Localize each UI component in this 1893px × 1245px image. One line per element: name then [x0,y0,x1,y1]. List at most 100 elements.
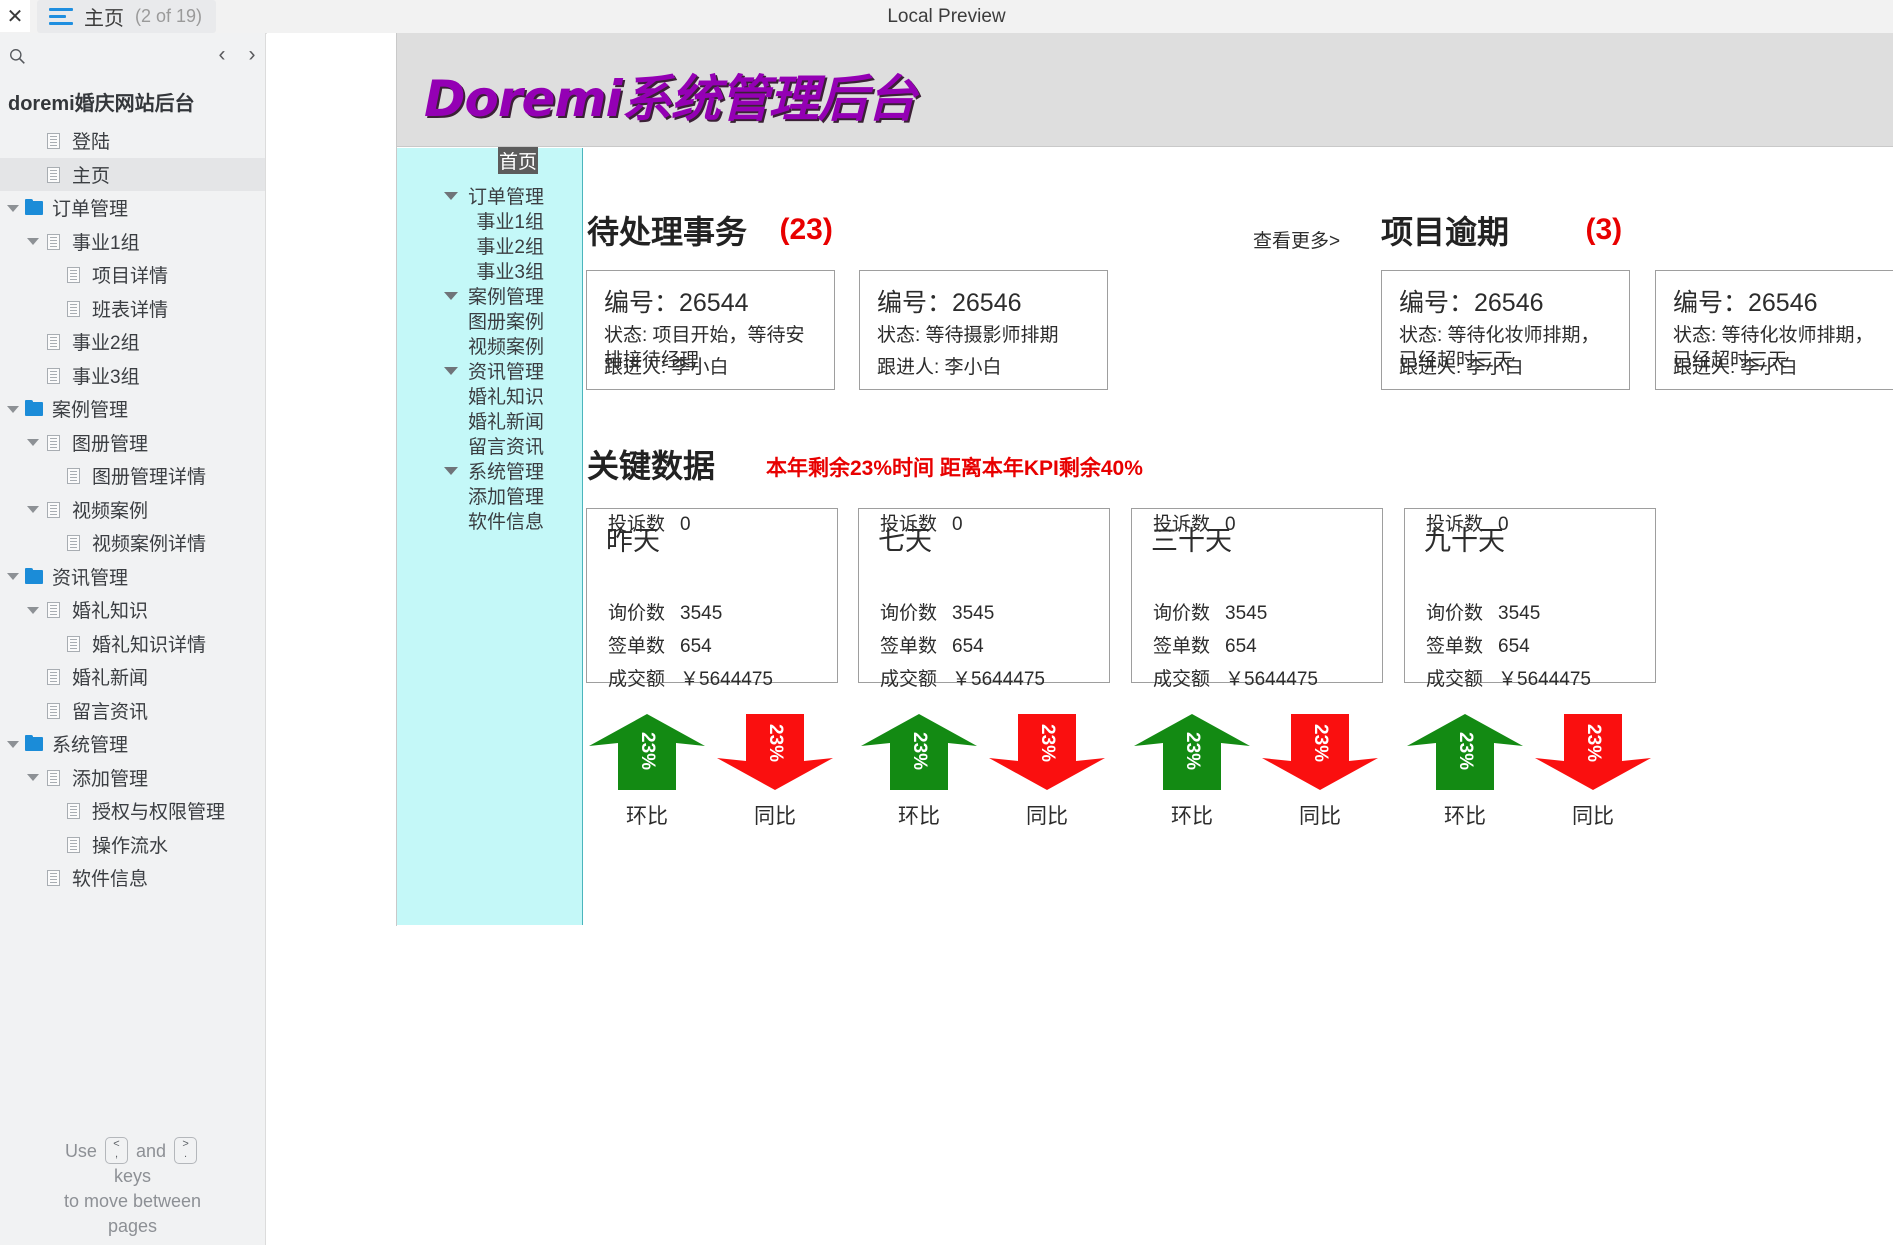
key-data-value: 3545 [680,603,723,624]
sidebar-item-22[interactable]: 软件信息 [0,861,265,895]
app-nav-item-0[interactable]: 首页 [397,147,582,174]
chevron-down-icon[interactable] [26,234,40,248]
sidebar-item-18[interactable]: 系统管理 [0,727,265,761]
sidebar-item-21[interactable]: 操作流水 [0,828,265,862]
overdue-card[interactable]: 编号：26546 状态: 等待化妆师排期，已经超时三天 跟进人: 李小白 [1381,270,1630,390]
key-data-card[interactable]: 九十天 询价数 3545 签单数 654 成交额 ￥5644475 投诉数 0 [1404,508,1656,690]
key-data-value: ￥5644475 [952,669,1045,690]
trend-down-label: 同比 [1026,805,1068,828]
key-prev-icon: < , [104,1137,128,1164]
sidebar: ‹ › doremi婚庆网站后台 登陆 主页 订单管理 事业1组 项目详情 班表详情 事业2… [0,33,266,1245]
trend-down-label: 同比 [754,805,796,828]
app-nav-item-6[interactable]: 图册案例 [397,308,582,333]
app-nav-item-8[interactable]: 资讯管理 [397,358,582,383]
card-id: 编号：26546 [1673,289,1818,317]
card-follower: 跟进人: 李小白 [877,357,1002,378]
key-data-value: ￥5644475 [1225,669,1318,690]
todo-card[interactable]: 编号：26546 状态: 等待摄影师排期 跟进人: 李小白 [859,270,1108,390]
sidebar-item-17[interactable]: 留言资讯 [0,694,265,728]
sidebar-item-1[interactable]: 主页 [0,157,265,191]
search-icon[interactable] [4,43,30,69]
sidebar-item-9[interactable]: 图册管理 [0,426,265,460]
chevron-down-icon[interactable] [443,191,458,200]
sidebar-item-5[interactable]: 班表详情 [0,292,265,326]
trend-group: 23% 环比 23% 同比 [586,708,838,838]
page-tab[interactable]: 主页 (2 of 19) [37,0,217,33]
sidebar-item-15[interactable]: 婚礼知识详情 [0,627,265,661]
chevron-down-icon[interactable] [26,502,40,516]
key-data-row-signed: 签单数 654 [1153,631,1257,658]
sidebar-item-14[interactable]: 婚礼知识 [0,593,265,627]
chevron-down-icon[interactable] [443,291,458,300]
sidebar-item-13[interactable]: 资讯管理 [0,560,265,594]
next-page-button[interactable]: › [238,39,266,71]
key-data-row-signed: 签单数 654 [608,631,712,658]
chevron-down-icon[interactable] [443,466,458,475]
sidebar-item-2[interactable]: 订单管理 [0,191,265,225]
app-nav-item-3[interactable]: 事业2组 [397,233,582,258]
app-nav-item-9[interactable]: 婚礼知识 [397,383,582,408]
key-data-header: 关键数据 [587,441,715,487]
chevron-down-icon[interactable] [6,402,20,416]
trend-group: 23% 环比 23% 同比 [858,708,1110,838]
trend-group: 23% 环比 23% 同比 [1131,708,1383,838]
overdue-card[interactable]: 编号：26546 状态: 等待化妆师排期，已经超时三天 跟进人: 李小白 [1655,270,1893,390]
sidebar-item-label: 婚礼知识 [72,601,149,623]
sidebar-item-6[interactable]: 事业2组 [0,325,265,359]
view-more-link[interactable]: 查看更多> [1253,226,1340,253]
app-nav-item-label: 事业2组 [476,237,544,258]
key-data-card[interactable]: 昨天 询价数 3545 签单数 654 成交额 ￥5644475 投诉数 0 [586,508,838,690]
app-nav-item-14[interactable]: 软件信息 [397,508,582,533]
document-icon [45,133,63,150]
local-preview-label: Local Preview [887,5,1006,27]
app-nav-item-13[interactable]: 添加管理 [397,483,582,508]
folder-icon [25,400,43,417]
todo-count: (23) [779,213,833,246]
prev-page-button[interactable]: ‹ [208,39,236,71]
sidebar-item-4[interactable]: 项目详情 [0,258,265,292]
key-data-card[interactable]: 三十天 询价数 3545 签单数 654 成交额 ￥5644475 投诉数 0 [1131,508,1383,690]
app-nav-item-1[interactable]: 订单管理 [397,183,582,208]
document-icon [45,669,63,686]
chevron-down-icon[interactable] [26,770,40,784]
app-nav-item-5[interactable]: 案例管理 [397,283,582,308]
key-data-value: 654 [952,636,984,657]
sidebar-item-7[interactable]: 事业3组 [0,359,265,393]
sidebar-item-20[interactable]: 授权与权限管理 [0,794,265,828]
hamburger-icon[interactable] [49,8,73,25]
trend-up-label: 环比 [898,805,940,828]
chevron-down-icon[interactable] [6,737,20,751]
app-nav-item-2[interactable]: 事业1组 [397,208,582,233]
key-data-value: 0 [1498,514,1509,535]
sidebar-item-3[interactable]: 事业1组 [0,225,265,259]
close-icon[interactable]: ✕ [0,0,30,32]
chevron-down-icon[interactable] [26,603,40,617]
chevron-down-icon[interactable] [443,366,458,375]
sidebar-item-10[interactable]: 图册管理详情 [0,459,265,493]
sidebar-item-16[interactable]: 婚礼新闻 [0,660,265,694]
app-nav-item-4[interactable]: 事业3组 [397,258,582,283]
sidebar-item-19[interactable]: 添加管理 [0,761,265,795]
app-nav-item-11[interactable]: 留言资讯 [397,433,582,458]
chevron-down-icon[interactable] [26,435,40,449]
app-nav-item-7[interactable]: 视频案例 [397,333,582,358]
document-icon [45,769,63,786]
chevron-down-icon[interactable] [6,201,20,215]
app-nav-item-12[interactable]: 系统管理 [397,458,582,483]
chevron-down-icon[interactable] [6,569,20,583]
sidebar-item-8[interactable]: 案例管理 [0,392,265,426]
sidebar-item-0[interactable]: 登陆 [0,124,265,158]
sidebar-item-11[interactable]: 视频案例 [0,493,265,527]
sidebar-tree: 登陆 主页 订单管理 事业1组 项目详情 班表详情 事业2组 事业3组 案例管理 图册管理 图册管理… [0,124,265,895]
key-data-label: 签单数 [608,636,666,657]
todo-card[interactable]: 编号：26544 状态: 项目开始，等待安排接待经理 跟进人: 李小白 [586,270,835,390]
sidebar-item-12[interactable]: 视频案例详情 [0,526,265,560]
key-data-card[interactable]: 七天 询价数 3545 签单数 654 成交额 ￥5644475 投诉数 0 [858,508,1110,690]
trend-up-arrow-icon: 23% 环比 [1133,708,1251,828]
app-nav-item-10[interactable]: 婚礼新闻 [397,408,582,433]
key-data-value: 3545 [1498,603,1541,624]
document-icon [45,166,63,183]
